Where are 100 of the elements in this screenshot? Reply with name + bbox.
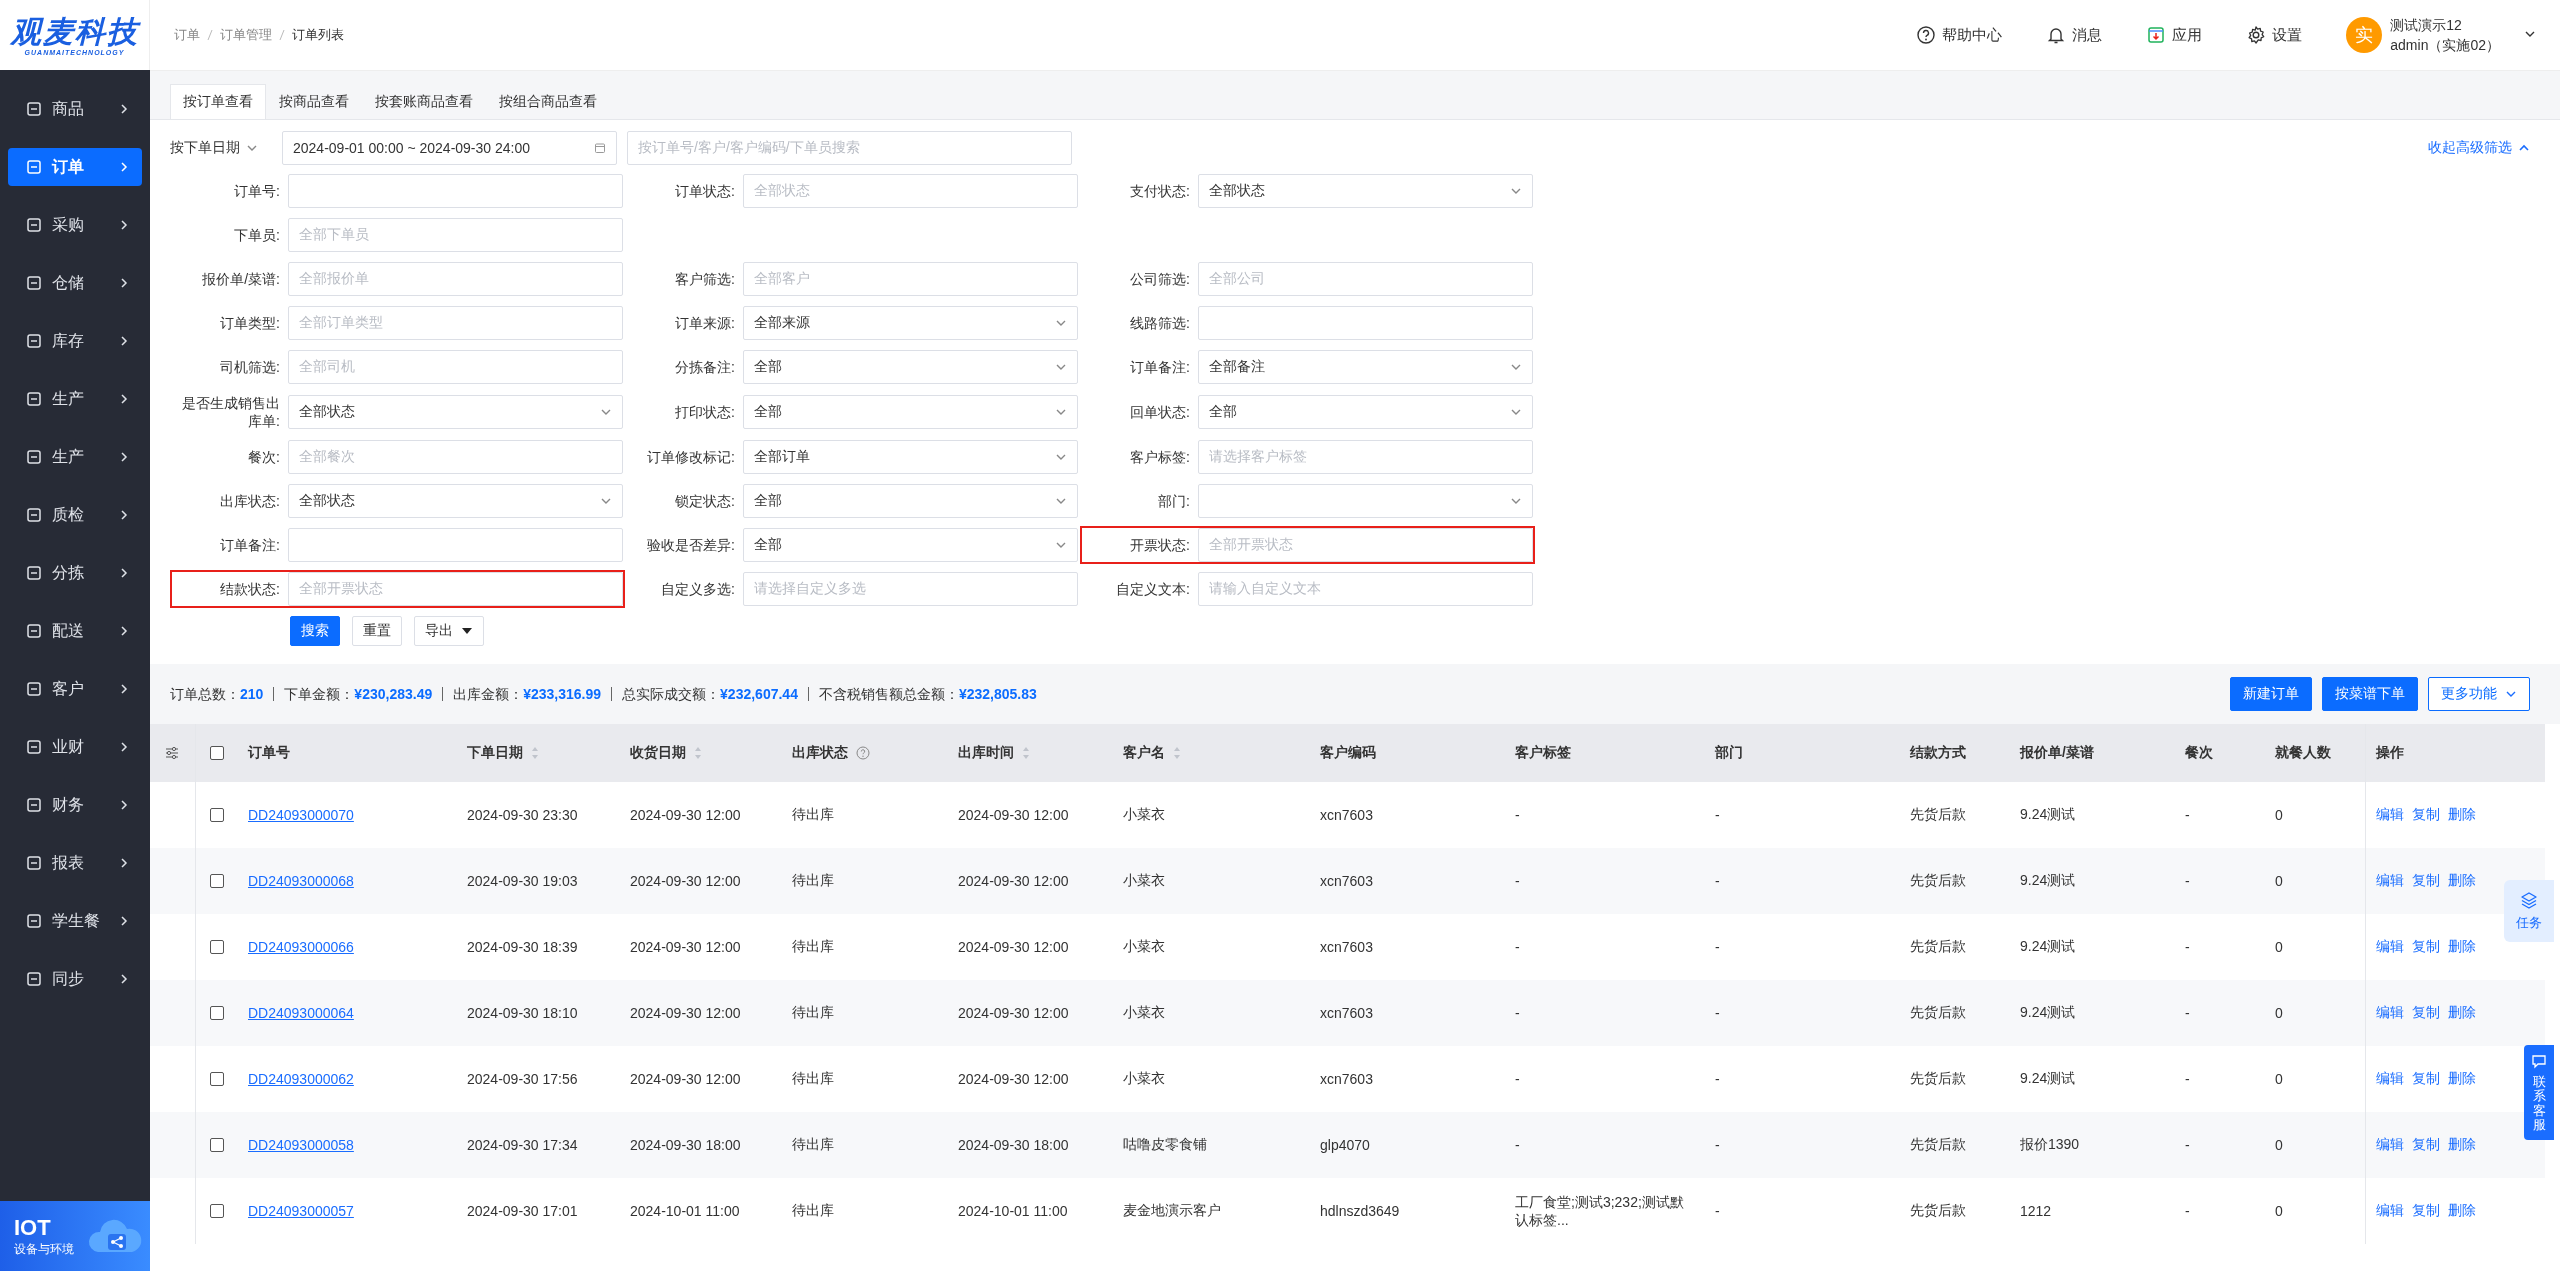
input-field[interactable] [288,528,623,562]
row-action-link[interactable]: 复制 [2412,938,2440,956]
header-action[interactable]: 应用 [2146,25,2203,45]
row-action-link[interactable]: 编辑 [2376,1202,2404,1220]
column-header[interactable]: 下单日期 [467,744,539,762]
order-link[interactable]: DD24093000070 [248,807,354,823]
row-action-link[interactable]: 复制 [2412,1070,2440,1088]
field-label: 餐次: [247,448,281,466]
order-link[interactable]: DD24093000057 [248,1203,354,1219]
chevron-right-icon [118,799,130,811]
select-field[interactable]: 全部 [743,528,1078,562]
select-field[interactable]: 全部 [743,350,1078,384]
tab[interactable]: 按组合商品查看 [486,84,610,119]
row-action-link[interactable]: 编辑 [2376,872,2404,890]
row-action-link[interactable]: 删除 [2448,1070,2476,1088]
row-action-link[interactable]: 删除 [2448,938,2476,956]
input-field[interactable] [1198,306,1533,340]
row-checkbox[interactable] [210,940,224,954]
table-cell: xcn7603 [1320,807,1373,823]
input-field[interactable] [288,174,623,208]
column-header[interactable]: 客户名 [1123,744,1181,762]
date-type-dropdown[interactable]: 按下单日期 [170,139,282,157]
header-action[interactable]: 设置 [2246,25,2303,45]
tab[interactable]: 按商品查看 [266,84,362,119]
order-link[interactable]: DD24093000064 [248,1005,354,1021]
sidebar-item[interactable]: 业财 [8,728,142,766]
header-action[interactable]: 帮助中心 [1916,25,2003,45]
order-link[interactable]: DD24093000068 [248,873,354,889]
sidebar-item[interactable]: 财务 [8,786,142,824]
row-checkbox[interactable] [210,1204,224,1218]
row-action-link[interactable]: 编辑 [2376,1070,2404,1088]
sidebar-item[interactable]: 商品 [8,90,142,128]
row-checkbox[interactable] [210,874,224,888]
sliders-icon[interactable] [164,745,180,761]
field-label: 自定义文本: [1115,580,1191,598]
sidebar-item[interactable]: 配送 [8,612,142,650]
row-action-link[interactable]: 复制 [2412,806,2440,824]
toolbar-button[interactable]: 更多功能 [2428,677,2530,711]
order-link[interactable]: DD24093000058 [248,1137,354,1153]
iot-banner[interactable]: IOT 设备与环境 [0,1201,150,1271]
tab[interactable]: 按订单查看 [170,84,266,119]
row-action-link[interactable]: 删除 [2448,1004,2476,1022]
header-action[interactable]: 消息 [2046,25,2103,45]
select-all-checkbox[interactable] [209,746,224,760]
row-action-link[interactable]: 编辑 [2376,806,2404,824]
sidebar-item[interactable]: 分拣 [8,554,142,592]
row-checkbox[interactable] [210,808,224,822]
sidebar-item[interactable]: 报表 [8,844,142,882]
row-checkbox[interactable] [210,1072,224,1086]
select-field[interactable]: 全部状态 [288,484,623,518]
select-field[interactable]: 全部状态 [1198,174,1533,208]
sidebar-item[interactable]: 学生餐 [8,902,142,940]
select-field[interactable]: 全部来源 [743,306,1078,340]
select-field[interactable]: 全部 [743,395,1078,429]
sidebar-item[interactable]: 生产 [8,380,142,418]
sidebar-item[interactable]: 生产 [8,438,142,476]
row-action-link[interactable]: 复制 [2412,1004,2440,1022]
select-field[interactable]: 全部备注 [1198,350,1533,384]
row-checkbox[interactable] [210,1006,224,1020]
date-range-field[interactable]: 2024-09-01 00:00 ~ 2024-09-30 24:00 [282,131,617,165]
row-action-link[interactable]: 删除 [2448,1202,2476,1220]
column-header[interactable]: 出库时间 [958,744,1030,762]
toolbar-button[interactable]: 新建订单 [2230,677,2312,711]
row-action-link[interactable]: 复制 [2412,872,2440,890]
sidebar-item[interactable]: 同步 [8,960,142,998]
select-field[interactable]: 全部 [743,484,1078,518]
row-action-link[interactable]: 删除 [2448,872,2476,890]
field-label: 订单状态: [674,182,736,200]
row-checkbox[interactable] [210,1138,224,1152]
sidebar-item[interactable]: 客户 [8,670,142,708]
row-action-link[interactable]: 编辑 [2376,1004,2404,1022]
task-button[interactable]: 任务 [2504,880,2554,942]
collapse-filter-link[interactable]: 收起高级筛选 [2428,139,2530,157]
select-field[interactable] [1198,484,1533,518]
select-field[interactable]: 全部订单 [743,440,1078,474]
select-field[interactable]: 全部 [1198,395,1533,429]
row-action-link[interactable]: 复制 [2412,1202,2440,1220]
row-action-link[interactable]: 删除 [2448,806,2476,824]
sidebar-item[interactable]: 订单 [8,148,142,186]
column-header: 结款方式 [1910,744,1966,762]
breadcrumb-item[interactable]: 订单管理 [220,26,272,44]
filter-button[interactable]: 搜索 [290,616,340,646]
sidebar-item[interactable]: 采购 [8,206,142,244]
toolbar-button[interactable]: 按菜谱下单 [2322,677,2418,711]
sidebar-item[interactable]: 库存 [8,322,142,360]
filter-button[interactable]: 重置 [352,616,402,646]
row-action-link[interactable]: 删除 [2448,1136,2476,1154]
sidebar-item[interactable]: 质检 [8,496,142,534]
support-button[interactable]: 联系客服 [2524,1045,2554,1141]
order-link[interactable]: DD24093000062 [248,1071,354,1087]
select-field[interactable]: 全部状态 [288,395,623,429]
row-action-link[interactable]: 复制 [2412,1136,2440,1154]
order-link[interactable]: DD24093000066 [248,939,354,955]
row-action-link[interactable]: 编辑 [2376,938,2404,956]
dropdown-button[interactable]: 导出 [414,616,484,646]
row-action-link[interactable]: 编辑 [2376,1136,2404,1154]
breadcrumb-item[interactable]: 订单 [174,26,200,44]
sidebar-item[interactable]: 仓储 [8,264,142,302]
column-header[interactable]: 收货日期 [630,744,702,762]
tab[interactable]: 按套账商品查看 [362,84,486,119]
